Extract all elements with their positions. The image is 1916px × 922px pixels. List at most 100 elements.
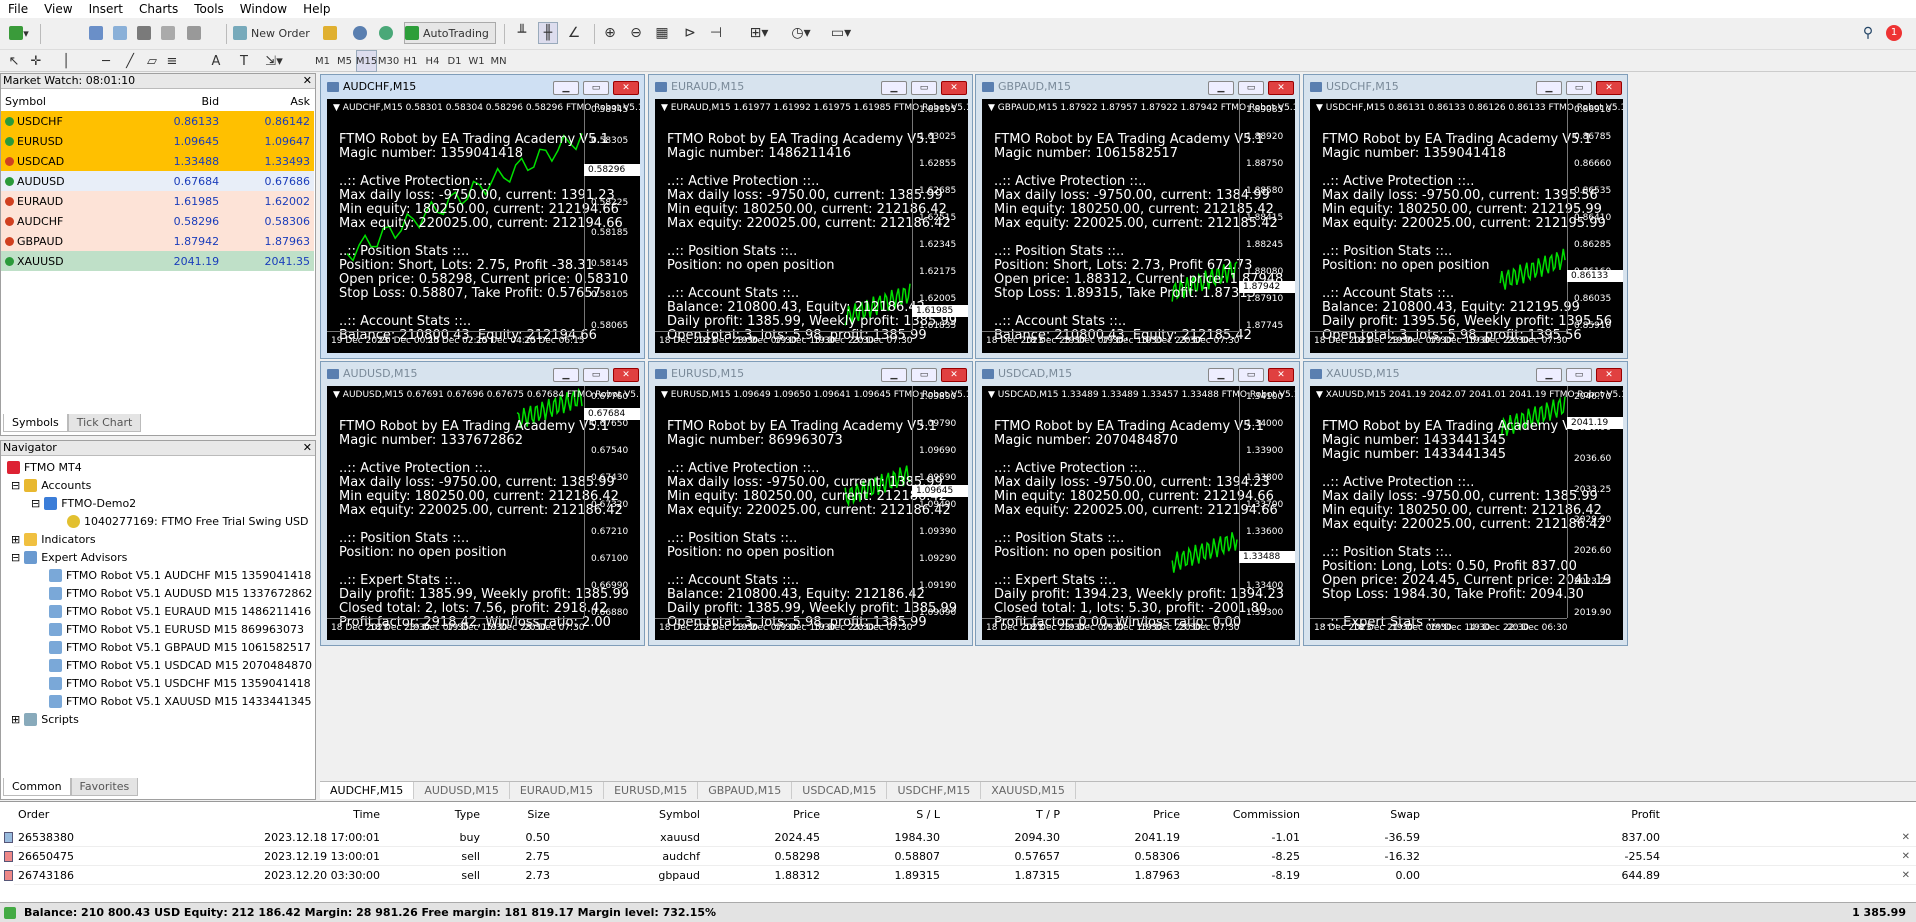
nav-ea-item[interactable]: FTMO Robot V5.1 XAUUSD M15 1433441345 [49, 692, 312, 710]
minimize-icon[interactable]: ▁ [553, 81, 579, 95]
user-button[interactable] [350, 22, 370, 44]
nav-ea-item[interactable]: FTMO Robot V5.1 AUDUSD M15 1337672862 [49, 584, 312, 602]
close-order-icon[interactable]: ✕ [1902, 832, 1910, 843]
minimize-icon[interactable]: ▁ [881, 81, 907, 95]
candlestick-button[interactable]: ╫ [538, 22, 558, 44]
menu-charts[interactable]: Charts [131, 0, 186, 18]
market-row[interactable]: USDCAD 1.33488 1.33493 [1, 151, 314, 171]
minimize-icon[interactable]: ▁ [553, 368, 579, 382]
periods-button[interactable]: ◷ ▾ [786, 22, 816, 44]
market-row[interactable]: XAUUSD 2041.19 2041.35 [1, 251, 314, 271]
trendline-button[interactable]: ╱ [120, 50, 140, 72]
nav-accounts[interactable]: ⊟ Accounts [11, 476, 91, 494]
terminal-col-header[interactable]: Price [1064, 808, 1184, 826]
vertical-line-button[interactable]: │ [56, 50, 76, 72]
indicators-button[interactable]: ⊞ ▾ [744, 22, 774, 44]
maximize-icon[interactable]: ▭ [583, 81, 609, 95]
order-row[interactable]: 26538380 2023.12.18 17:00:01 buy 0.50 xauusd… [4, 828, 1916, 847]
terminal-col-header[interactable]: Order [14, 808, 194, 826]
chart-plot[interactable]: EURUSD,M15 1.09649 1.09650 1.09641 1.096… [655, 386, 968, 640]
close-icon[interactable]: ✕ [941, 81, 967, 95]
auto-scroll-button[interactable]: ⊳ [680, 22, 700, 44]
menu-help[interactable]: Help [295, 0, 338, 18]
maximize-icon[interactable]: ▭ [1238, 81, 1264, 95]
market-row[interactable]: AUDCHF 0.58296 0.58306 [1, 211, 314, 231]
chart-tab[interactable]: AUDUSD,M15 [414, 782, 510, 799]
maximize-icon[interactable]: ▭ [1566, 368, 1592, 382]
templates-button[interactable]: ▭ ▾ [826, 22, 856, 44]
maximize-icon[interactable]: ▭ [1566, 81, 1592, 95]
chart-tab[interactable]: EURUSD,M15 [604, 782, 699, 799]
market-row[interactable]: EURUSD 1.09645 1.09647 [1, 131, 314, 151]
chart-tab[interactable]: USDCHF,M15 [887, 782, 982, 799]
close-order-icon[interactable]: ✕ [1902, 870, 1910, 881]
chart-window[interactable]: XAUUSD,M15▁▭✕XAUUSD,M15 2041.19 2042.07 … [1303, 361, 1628, 646]
close-icon[interactable]: ✕ [303, 74, 312, 88]
col-symbol[interactable]: Symbol [1, 91, 132, 111]
nav-server[interactable]: ⊟ FTMO-Demo2 [31, 494, 136, 512]
chart-plot[interactable]: XAUUSD,M15 2041.19 2042.07 2041.01 2041.… [1310, 386, 1623, 640]
timeframe-mn[interactable]: MN [488, 50, 509, 72]
terminal-col-header[interactable]: T / P [944, 808, 1064, 826]
chart-window[interactable]: USDCAD,M15▁▭✕USDCAD,M15 1.33489 1.33489 … [975, 361, 1300, 646]
signal-button[interactable] [376, 22, 396, 44]
maximize-icon[interactable]: ▭ [911, 368, 937, 382]
timeframe-h1[interactable]: H1 [400, 50, 421, 72]
tab-tick-chart[interactable]: Tick Chart [67, 414, 142, 432]
crosshair-button[interactable]: ✛ [26, 50, 46, 72]
market-row[interactable]: GBPAUD 1.87942 1.87963 [1, 231, 314, 251]
col-bid[interactable]: Bid [132, 91, 223, 111]
chart-plot[interactable]: EURAUD,M15 1.61977 1.61992 1.61975 1.619… [655, 99, 968, 353]
terminal-col-header[interactable]: S / L [824, 808, 944, 826]
chart-plot[interactable]: AUDCHF,M15 0.58301 0.58304 0.58296 0.582… [327, 99, 640, 353]
close-order-icon[interactable]: ✕ [1902, 851, 1910, 862]
tester-button[interactable] [158, 22, 178, 44]
market-row[interactable]: EURAUD 1.61985 1.62002 [1, 191, 314, 211]
tab-symbols[interactable]: Symbols [3, 414, 68, 432]
market-row[interactable]: AUDUSD 0.67684 0.67686 [1, 171, 314, 191]
minimize-icon[interactable]: ▁ [881, 368, 907, 382]
menu-view[interactable]: View [36, 0, 80, 18]
terminal-col-header[interactable]: Time [194, 808, 384, 826]
timeframe-w1[interactable]: W1 [466, 50, 487, 72]
close-icon[interactable]: ✕ [1596, 368, 1622, 382]
menu-window[interactable]: Window [232, 0, 295, 18]
nav-ea-item[interactable]: FTMO Robot V5.1 USDCAD M15 2070484870 [49, 656, 312, 674]
minimize-icon[interactable]: ▁ [1536, 368, 1562, 382]
chart-window[interactable]: EURUSD,M15▁▭✕EURUSD,M15 1.09649 1.09650 … [648, 361, 973, 646]
profiles-button[interactable] [184, 22, 204, 44]
chart-plot[interactable]: USDCHF,M15 0.86131 0.86133 0.86126 0.861… [1310, 99, 1623, 353]
minimize-icon[interactable]: ▁ [1208, 81, 1234, 95]
close-icon[interactable]: ✕ [1268, 368, 1294, 382]
market-row[interactable]: USDCHF 0.86133 0.86142 [1, 111, 314, 131]
menu-insert[interactable]: Insert [81, 0, 131, 18]
nav-indicators[interactable]: ⊞ Indicators [11, 530, 96, 548]
chart-window[interactable]: USDCHF,M15▁▭✕USDCHF,M15 0.86131 0.86133 … [1303, 74, 1628, 359]
navigator-button[interactable] [110, 22, 130, 44]
terminal-col-header[interactable]: Profit [1424, 808, 1664, 826]
close-icon[interactable]: ✕ [303, 441, 312, 455]
menu-tools[interactable]: Tools [186, 0, 232, 18]
tab-favorites[interactable]: Favorites [70, 778, 139, 796]
close-icon[interactable]: ✕ [613, 81, 639, 95]
chart-tab[interactable]: XAUUSD,M15 [981, 782, 1076, 799]
maximize-icon[interactable]: ▭ [583, 368, 609, 382]
chart-plot[interactable]: GBPAUD,M15 1.87922 1.87957 1.87922 1.879… [982, 99, 1295, 353]
bar-chart-button[interactable]: ╨ [512, 22, 532, 44]
chart-window[interactable]: AUDUSD,M15▁▭✕AUDUSD,M15 0.67691 0.67696 … [320, 361, 645, 646]
zoom-out-button[interactable]: ⊖ [626, 22, 646, 44]
maximize-icon[interactable]: ▭ [911, 81, 937, 95]
nav-expert-advisors[interactable]: ⊟ Expert Advisors [11, 548, 127, 566]
cursor-button[interactable]: ↖ [4, 50, 24, 72]
new-order-button[interactable]: New Order [232, 22, 312, 44]
close-icon[interactable]: ✕ [1268, 81, 1294, 95]
terminal-col-header[interactable]: Size [484, 808, 554, 826]
chart-window[interactable]: GBPAUD,M15▁▭✕GBPAUD,M15 1.87922 1.87957 … [975, 74, 1300, 359]
minimize-icon[interactable]: ▁ [1536, 81, 1562, 95]
nav-scripts[interactable]: ⊞ Scripts [11, 710, 79, 728]
nav-ea-item[interactable]: FTMO Robot V5.1 USDCHF M15 1359041418 [49, 674, 311, 692]
text-label-button[interactable]: T [234, 50, 254, 72]
col-ask[interactable]: Ask [223, 91, 314, 111]
horizontal-line-button[interactable]: ─ [96, 50, 116, 72]
chart-tab[interactable]: AUDCHF,M15 [320, 782, 415, 799]
